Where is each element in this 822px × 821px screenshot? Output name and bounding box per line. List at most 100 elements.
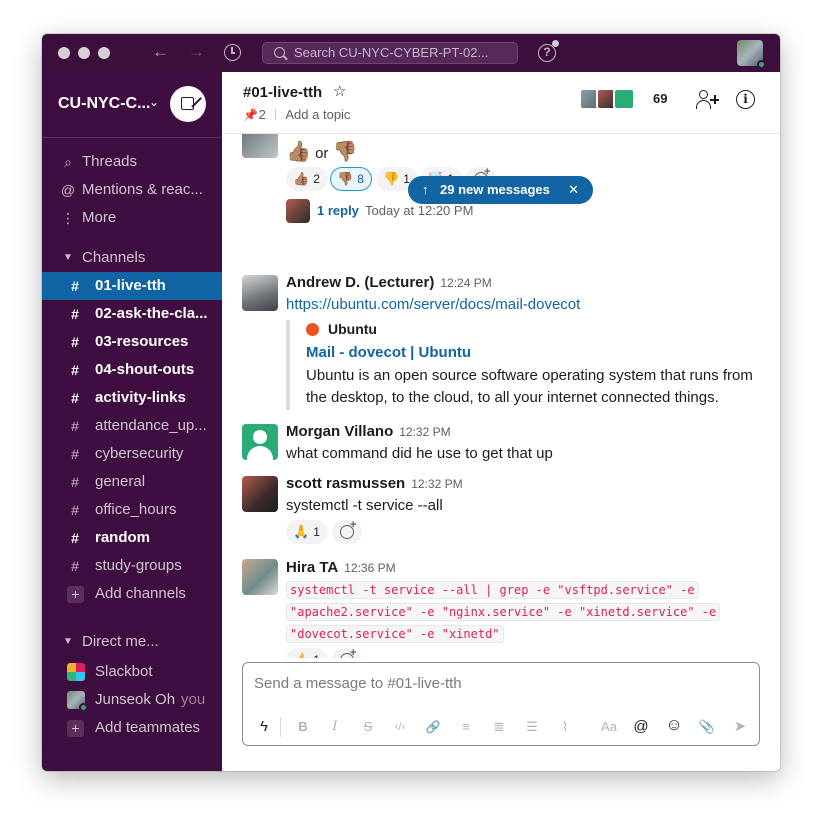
sender-name[interactable]: scott rasmussen: [286, 475, 405, 492]
code-block-icon[interactable]: ⌇: [555, 718, 575, 736]
ordered-list-icon[interactable]: ≡: [456, 718, 476, 736]
message-input[interactable]: [254, 675, 734, 692]
more-icon: ⋮: [61, 210, 75, 226]
compose-icon[interactable]: [170, 86, 206, 122]
message-time[interactable]: 12:32 PM: [399, 425, 450, 439]
thumbs-up-emoji: 👍🏽: [286, 141, 311, 163]
message-avatar[interactable]: [242, 559, 278, 595]
member-count[interactable]: 69: [653, 91, 667, 106]
channel-title[interactable]: #01-live-tth: [243, 84, 322, 101]
sidebar-item-01-live-tth[interactable]: # 01-live-tth: [42, 272, 222, 300]
close-icon[interactable]: ✕: [568, 176, 579, 204]
info-icon[interactable]: i: [736, 90, 755, 109]
workspace-name[interactable]: CU-NYC-C...: [58, 94, 150, 114]
sender-name[interactable]: Morgan Villano: [286, 423, 393, 440]
formatting-icon[interactable]: Aa: [597, 718, 621, 736]
shortcuts-icon[interactable]: ϟ: [254, 718, 274, 736]
message-avatar[interactable]: [242, 134, 278, 158]
reaction-pill[interactable]: 🙏 1: [286, 520, 328, 544]
close-window-button[interactable]: [58, 47, 70, 59]
quote-icon[interactable]: ☰: [522, 718, 542, 736]
reaction-pill[interactable]: 👍1: [286, 648, 328, 658]
add-topic-link[interactable]: Add a topic: [285, 107, 350, 122]
mention-icon[interactable]: @: [631, 718, 651, 736]
code-icon[interactable]: ‹/›: [390, 718, 410, 736]
direct-messages-section-header[interactable]: ▼ Direct me...: [42, 628, 222, 656]
chevron-down-icon[interactable]: ⌄: [149, 95, 159, 109]
channel-name: general: [95, 473, 146, 490]
sidebar-item-02-ask-the-class[interactable]: # 02-ask-the-cla...: [42, 300, 222, 328]
reply-count-link[interactable]: 1 reply: [317, 203, 359, 218]
add-channels-button[interactable]: + Add channels: [42, 580, 222, 608]
sender-name[interactable]: Hira TA: [286, 559, 338, 576]
link-icon[interactable]: 🔗: [423, 718, 443, 736]
channel-name: office_hours: [95, 501, 177, 518]
channel-name: activity-links: [95, 389, 186, 406]
message-avatar[interactable]: [242, 476, 278, 512]
star-icon[interactable]: ☆: [333, 82, 346, 100]
message-avatar[interactable]: [242, 424, 278, 460]
sender-name[interactable]: Andrew D. (Lecturer): [286, 274, 434, 291]
emoji-icon[interactable]: ☺: [664, 716, 684, 734]
sidebar-item-mentions[interactable]: @ Mentions & reac...: [42, 176, 222, 204]
strikethrough-icon[interactable]: S: [358, 718, 378, 736]
inline-code: systemctl -t service --all | grep -e "vs…: [286, 581, 699, 599]
add-reaction-icon[interactable]: [332, 647, 362, 658]
title-bar: ← → Search CU-NYC-CYBER-PT-02... ?: [42, 34, 780, 72]
divider: [275, 109, 277, 120]
forward-arrow-icon[interactable]: →: [188, 42, 205, 62]
zoom-window-button[interactable]: [98, 47, 110, 59]
sidebar-item-03-resources[interactable]: # 03-resources: [42, 328, 222, 356]
dm-item-slackbot[interactable]: Slackbot: [42, 658, 222, 686]
slack-window: ← → Search CU-NYC-CYBER-PT-02... ? CU-NY…: [42, 34, 780, 771]
pin-icon[interactable]: 📌: [243, 108, 258, 122]
add-teammates-button[interactable]: + Add teammates: [42, 714, 222, 742]
reaction-emoji: 🙏: [293, 524, 310, 539]
attachment-icon[interactable]: 📎: [697, 718, 717, 736]
dm-item-self[interactable]: Junseok Oh you: [42, 686, 222, 714]
pin-count[interactable]: 2: [259, 107, 266, 122]
message-time[interactable]: 12:32 PM: [411, 477, 462, 491]
sidebar-item-general[interactable]: # general: [42, 468, 222, 496]
channels-section-header[interactable]: ▼ Channels: [42, 244, 222, 272]
reaction-pill[interactable]: 👎🏽 8: [330, 167, 372, 191]
bold-icon[interactable]: B: [293, 718, 313, 736]
sidebar-item-cybersecurity[interactable]: # cybersecurity: [42, 440, 222, 468]
reaction-count: 1: [313, 653, 320, 658]
sidebar-item-label: More: [82, 209, 117, 226]
sidebar-item-activity-links[interactable]: # activity-links: [42, 384, 222, 412]
add-reaction-icon[interactable]: [332, 519, 362, 544]
reaction-emoji: 👎🏽: [337, 171, 354, 186]
sidebar-item-more[interactable]: ⋮ More: [42, 204, 222, 232]
send-icon[interactable]: ➤: [730, 718, 750, 736]
hash-icon: #: [71, 278, 79, 294]
message-time[interactable]: 12:24 PM: [440, 276, 491, 290]
reaction-pill[interactable]: 👍🏽 2: [286, 167, 328, 191]
sidebar-item-threads[interactable]: ⌕ Threads: [42, 148, 222, 176]
search-bar[interactable]: Search CU-NYC-CYBER-PT-02...: [262, 42, 518, 64]
bulleted-list-icon[interactable]: ≣: [489, 718, 509, 736]
preview-title-link[interactable]: Mail - dovecot | Ubuntu: [306, 344, 471, 361]
message-sender: Morgan Villano 12:32 PM: [286, 423, 451, 440]
sidebar-item-random[interactable]: # random: [42, 524, 222, 552]
sidebar-item-office-hours[interactable]: # office_hours: [42, 496, 222, 524]
member-avatars[interactable]: [579, 88, 637, 110]
add-person-icon[interactable]: [696, 90, 719, 110]
sidebar-item-study-groups[interactable]: # study-groups: [42, 552, 222, 580]
new-messages-banner[interactable]: ↑ 29 new messages ✕: [408, 176, 593, 204]
hash-icon: #: [71, 558, 79, 574]
arrow-up-icon: ↑: [422, 182, 429, 197]
reaction-emoji: 👍🏽: [293, 171, 310, 186]
minimize-window-button[interactable]: [78, 47, 90, 59]
sidebar-item-attendance[interactable]: # attendance_up...: [42, 412, 222, 440]
hash-icon: #: [71, 502, 79, 518]
italic-icon[interactable]: I: [325, 718, 345, 736]
message-list: 👍🏽 or 👎🏽 👍🏽2 👎🏽8 👎1 🤯1 1 reply Today at …: [222, 134, 780, 658]
sidebar-item-04-shout-outs[interactable]: # 04-shout-outs: [42, 356, 222, 384]
message-time[interactable]: 12:36 PM: [344, 561, 395, 575]
notification-dot: [552, 40, 559, 47]
back-arrow-icon[interactable]: ←: [152, 42, 169, 62]
history-icon[interactable]: [224, 44, 241, 61]
message-avatar[interactable]: [242, 275, 278, 311]
message-link[interactable]: https://ubuntu.com/server/docs/mail-dove…: [286, 296, 580, 313]
